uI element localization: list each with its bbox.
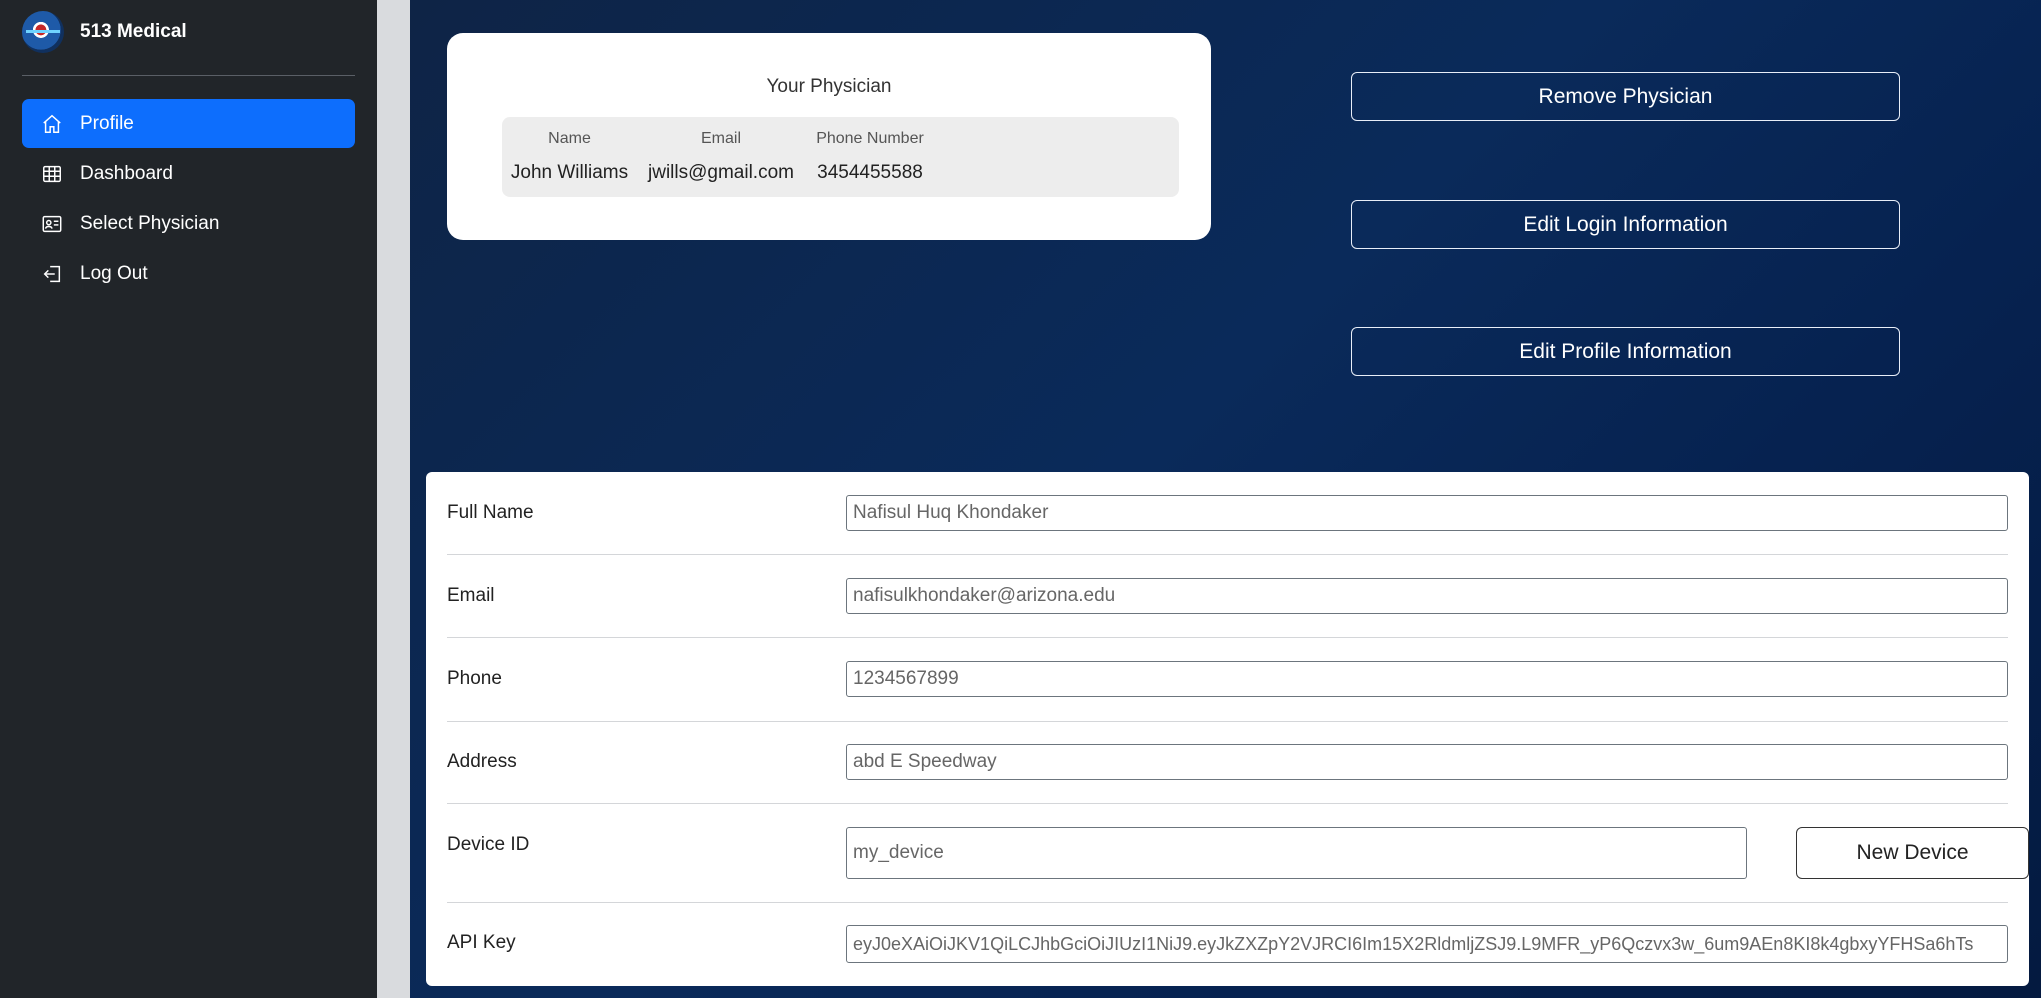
app-title: 513 Medical: [80, 21, 187, 42]
row-divider: [447, 637, 2008, 638]
sidebar-item-label: Dashboard: [80, 162, 173, 184]
new-device-button[interactable]: New Device: [1796, 827, 2029, 879]
sidebar-item-profile[interactable]: Profile: [22, 99, 355, 148]
phone-label: Phone: [447, 668, 502, 689]
row-divider: [447, 902, 2008, 903]
table-icon: [41, 163, 63, 185]
sidebar-divider: [22, 75, 355, 76]
person-card-icon: [41, 213, 63, 235]
row-divider: [447, 554, 2008, 555]
column-header: Email: [700, 130, 741, 147]
column-header: Name: [548, 130, 591, 147]
home-icon: [41, 113, 63, 135]
remove-physician-button[interactable]: Remove Physician: [1351, 72, 1900, 121]
email-field[interactable]: nafisulkhondaker@arizona.edu: [846, 578, 2008, 614]
device-id-label: Device ID: [447, 834, 530, 855]
physician-email: jwills@gmail.com: [648, 162, 794, 183]
sidebar-item-label: Log Out: [80, 262, 148, 284]
edit-profile-button[interactable]: Edit Profile Information: [1351, 327, 1900, 376]
email-label: Email: [447, 585, 495, 606]
sidebar-item-label: Profile: [80, 112, 134, 134]
sidebar-nav: Profile Dashboard Select Physician Log O…: [22, 99, 355, 299]
edit-login-button[interactable]: Edit Login Information: [1351, 200, 1900, 249]
physician-card-title: Your Physician: [766, 76, 892, 97]
physician-card: Your Physician Name John Williams Email …: [447, 33, 1211, 240]
row-divider: [447, 803, 2008, 804]
row-divider: [447, 721, 2008, 722]
sidebar-gutter: [377, 0, 410, 998]
full-name-row: Full Name Nafisul Huq Khondaker: [447, 495, 2008, 531]
address-label: Address: [447, 751, 517, 772]
sidebar-item-select-physician[interactable]: Select Physician: [22, 199, 355, 248]
sidebar: 513 Medical Profile Dashboard Select Phy…: [0, 0, 377, 998]
logo-icon: [22, 11, 64, 53]
logout-icon: [41, 263, 63, 285]
api-key-field[interactable]: eyJ0eXAiOiJKV1QiLCJhbGciOiJIUzI1NiJ9.eyJ…: [846, 925, 2008, 963]
column-header: Phone Number: [816, 130, 924, 147]
profile-form: Full Name Nafisul Huq Khondaker Email na…: [426, 472, 2029, 986]
sidebar-item-log-out[interactable]: Log Out: [22, 249, 355, 298]
phone-row: Phone 1234567899: [447, 661, 2008, 697]
full-name-field[interactable]: Nafisul Huq Khondaker: [846, 495, 2008, 531]
address-row: Address abd E Speedway: [447, 744, 2008, 780]
phone-field[interactable]: 1234567899: [846, 661, 2008, 697]
physician-name: John Williams: [510, 162, 629, 183]
address-field[interactable]: abd E Speedway: [846, 744, 2008, 780]
physician-phone: 3454455588: [817, 162, 923, 183]
brand[interactable]: 513 Medical: [22, 11, 187, 53]
api-key-row: API Key eyJ0eXAiOiJKV1QiLCJhbGciOiJIUzI1…: [447, 925, 2008, 963]
device-id-field[interactable]: my_device: [846, 827, 1747, 879]
device-id-row: Device ID my_device New Device: [447, 827, 2029, 879]
api-key-label: API Key: [447, 932, 516, 953]
full-name-label: Full Name: [447, 502, 534, 523]
sidebar-item-label: Select Physician: [80, 212, 220, 234]
physician-table: Name John Williams Email jwills@gmail.co…: [502, 117, 1179, 197]
email-row: Email nafisulkhondaker@arizona.edu: [447, 578, 2008, 614]
sidebar-item-dashboard[interactable]: Dashboard: [22, 149, 355, 198]
